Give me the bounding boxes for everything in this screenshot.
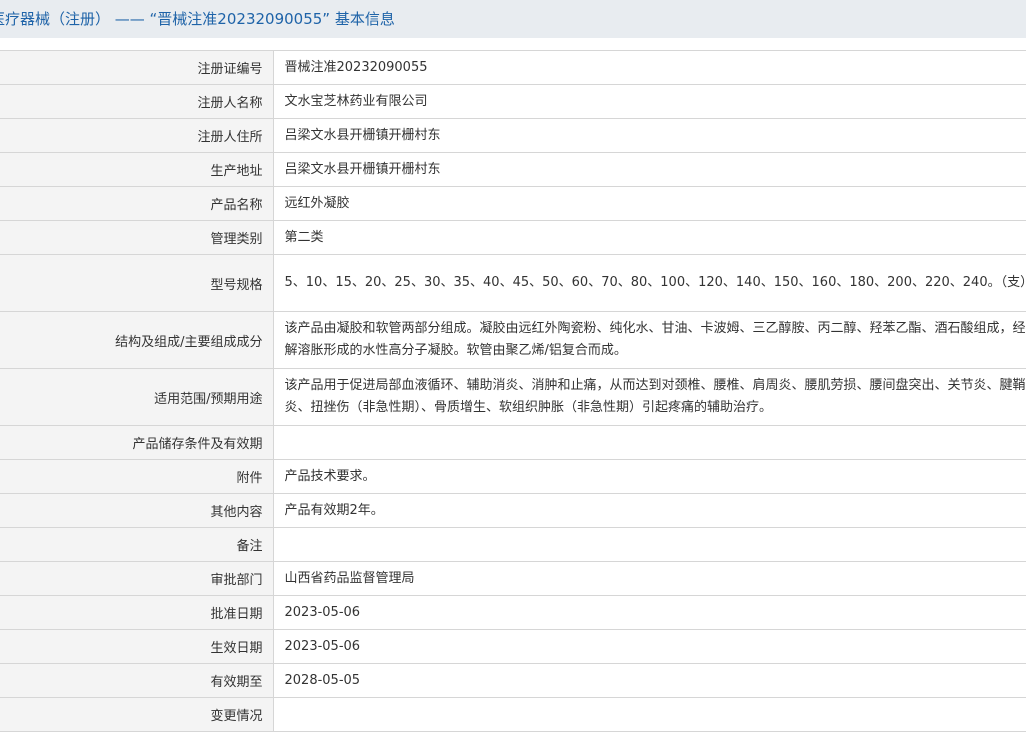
table-row-effective-date: 生效日期 2023-05-06: [0, 629, 1026, 664]
header-bar: 医疗器械（注册） —— “晋械注准20232090055” 基本信息: [0, 0, 1026, 38]
table-row-registrant-address: 注册人住所 吕梁文水县开栅镇开栅村东: [0, 118, 1026, 153]
row-value: 晋械注准20232090055: [273, 50, 1026, 85]
row-label: 注册人住所: [0, 118, 274, 153]
row-label: 生产地址: [0, 152, 274, 187]
row-value: 该产品用于促进局部血液循环、辅助消炎、消肿和止痛，从而达到对颈椎、腰椎、肩周炎、…: [273, 368, 1026, 426]
row-label: 其他内容: [0, 493, 274, 528]
table-row-attachment: 附件 产品技术要求。: [0, 459, 1026, 494]
row-value: 吕梁文水县开栅镇开栅村东: [273, 152, 1026, 187]
table-row-storage-validity: 产品储存条件及有效期: [0, 425, 1026, 460]
row-value: 产品技术要求。: [273, 459, 1026, 494]
registrant-address-value: 吕梁文水县开栅镇开栅村东: [284, 127, 441, 143]
row-value: [273, 697, 1026, 732]
row-label: 产品储存条件及有效期: [0, 425, 274, 460]
production-address-value: 吕梁文水县开栅镇开栅村东: [284, 161, 441, 177]
row-label: 生效日期: [0, 629, 274, 664]
other-content-value: 产品有效期2年。: [284, 502, 384, 518]
table-row-approval-department: 审批部门 山西省药品监督管理局: [0, 561, 1026, 596]
row-label: 结构及组成/主要组成成分: [0, 311, 274, 369]
management-category-value: 第二类: [284, 229, 324, 245]
row-value: 2028-05-05: [273, 663, 1026, 698]
row-label: 变更情况: [0, 697, 274, 732]
table-row-registration-number: 注册证编号 晋械注准20232090055: [0, 50, 1026, 85]
attachment-value: 产品技术要求。: [284, 468, 376, 484]
row-label: 附件: [0, 459, 274, 494]
basic-info-table: 注册证编号 晋械注准20232090055 注册人名称 文水宝芝林药业有限公司 …: [0, 50, 1026, 732]
table-row-intended-use: 适用范围/预期用途 该产品用于促进局部血液循环、辅助消炎、消肿和止痛，从而达到对…: [0, 368, 1026, 426]
row-value: 2023-05-06: [273, 629, 1026, 664]
registration-number-value: 晋械注准20232090055: [284, 59, 428, 75]
row-label: 有效期至: [0, 663, 274, 698]
table-row-approval-date: 批准日期 2023-05-06: [0, 595, 1026, 630]
expiry-date-value: 2028-05-05: [284, 672, 361, 688]
row-value: 该产品由凝胶和软管两部分组成。凝胶由远红外陶瓷粉、纯化水、甘油、卡波姆、三乙醇胺…: [273, 311, 1026, 369]
row-label: 适用范围/预期用途: [0, 368, 274, 426]
row-value: 远红外凝胶: [273, 186, 1026, 221]
row-value: 山西省药品监督管理局: [273, 561, 1026, 596]
product-name-value: 远红外凝胶: [284, 195, 350, 211]
table-row-other-content: 其他内容 产品有效期2年。: [0, 493, 1026, 528]
row-label: 管理类别: [0, 220, 274, 255]
row-value: 2023-05-06: [273, 595, 1026, 630]
table-row-remarks: 备注: [0, 527, 1026, 562]
row-value: 文水宝芝林药业有限公司: [273, 84, 1026, 119]
table-row-management-category: 管理类别 第二类: [0, 220, 1026, 255]
row-label: 产品名称: [0, 186, 274, 221]
table-row-production-address: 生产地址 吕梁文水县开栅镇开栅村东: [0, 152, 1026, 187]
structure-composition-value: 该产品由凝胶和软管两部分组成。凝胶由远红外陶瓷粉、纯化水、甘油、卡波姆、三乙醇胺…: [284, 321, 1026, 358]
row-label: 型号规格: [0, 254, 274, 312]
row-value: [273, 527, 1026, 562]
effective-date-value: 2023-05-06: [284, 638, 361, 654]
row-value: 产品有效期2年。: [273, 493, 1026, 528]
model-spec-value: 5、10、15、20、25、30、35、40、45、50、60、70、80、10…: [284, 275, 1026, 290]
table-row-change-status: 变更情况: [0, 697, 1026, 732]
row-label: 注册人名称: [0, 84, 274, 119]
intended-use-value: 该产品用于促进局部血液循环、辅助消炎、消肿和止痛，从而达到对颈椎、腰椎、肩周炎、…: [284, 378, 1026, 415]
row-value: 吕梁文水县开栅镇开栅村东: [273, 118, 1026, 153]
approval-date-value: 2023-05-06: [284, 604, 361, 620]
row-value: 第二类: [273, 220, 1026, 255]
row-label: 审批部门: [0, 561, 274, 596]
row-label: 批准日期: [0, 595, 274, 630]
row-value: 5、10、15、20、25、30、35、40、45、50、60、70、80、10…: [273, 254, 1026, 312]
approval-department-value: 山西省药品监督管理局: [284, 570, 415, 586]
table-row-structure-composition: 结构及组成/主要组成成分 该产品由凝胶和软管两部分组成。凝胶由远红外陶瓷粉、纯化…: [0, 311, 1026, 369]
table-row-registrant-name: 注册人名称 文水宝芝林药业有限公司: [0, 84, 1026, 119]
row-value: [273, 425, 1026, 460]
page: 医疗器械（注册） —— “晋械注准20232090055” 基本信息 注册证编号…: [0, 0, 1026, 732]
table-row-model-spec: 型号规格 5、10、15、20、25、30、35、40、45、50、60、70、…: [0, 254, 1026, 312]
row-label: 备注: [0, 527, 274, 562]
table-row-product-name: 产品名称 远红外凝胶: [0, 186, 1026, 221]
row-label: 注册证编号: [0, 50, 274, 85]
page-title: 医疗器械（注册） —— “晋械注准20232090055” 基本信息: [0, 10, 395, 28]
registrant-name-value: 文水宝芝林药业有限公司: [284, 93, 428, 109]
table-row-expiry-date: 有效期至 2028-05-05: [0, 663, 1026, 698]
